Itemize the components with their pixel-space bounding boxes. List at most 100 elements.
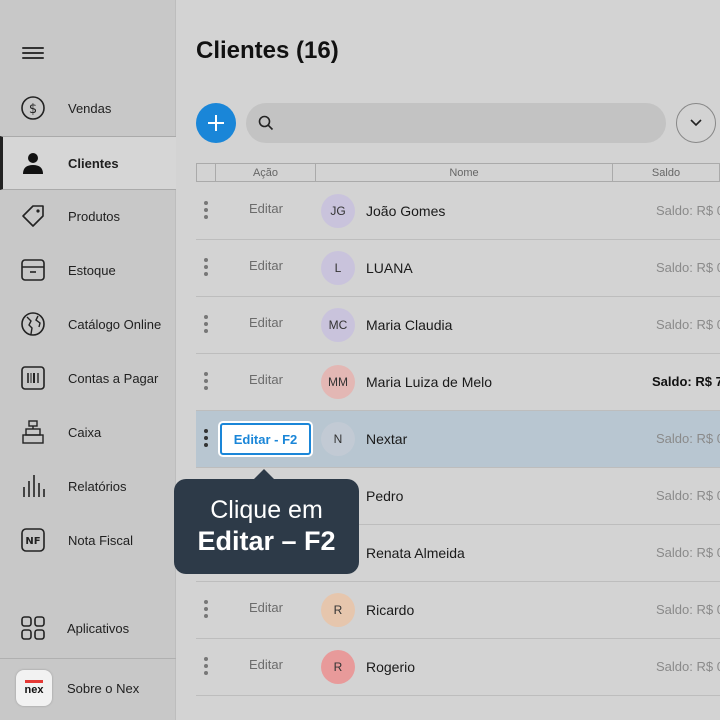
sidebar-item-vendas[interactable]: $ Vendas bbox=[0, 81, 176, 135]
table-row[interactable]: Editar - F2 N Nextar Saldo: R$ 0 bbox=[196, 411, 720, 468]
main-content: Clientes (16) Ação Nome Saldo Editar JG Jo… bbox=[177, 0, 720, 720]
sidebar-item-catalogo-online[interactable]: Catálogo Online bbox=[0, 297, 176, 351]
barcode-icon bbox=[20, 365, 46, 391]
globe-icon bbox=[20, 311, 46, 337]
avatar: MM bbox=[321, 365, 355, 399]
chevron-down-icon bbox=[690, 119, 702, 127]
table-row[interactable]: Editar L LUANA Saldo: R$ 0 bbox=[196, 240, 720, 297]
sidebar-item-estoque[interactable]: Estoque bbox=[0, 243, 176, 297]
sidebar: $ Vendas Clientes Produtos Estoque Catál… bbox=[0, 0, 176, 720]
client-balance: Saldo: R$ 0 bbox=[656, 203, 720, 218]
edit-button[interactable]: Editar bbox=[221, 372, 311, 392]
client-balance: Saldo: R$ 0 bbox=[656, 488, 720, 503]
edit-button[interactable]: Editar bbox=[221, 258, 311, 278]
sidebar-item-label: Contas a Pagar bbox=[68, 370, 159, 386]
edit-button-focused[interactable]: Editar - F2 bbox=[220, 423, 311, 455]
page-title: Clientes (16) bbox=[196, 37, 339, 64]
table-row[interactable]: Editar R Ricardo Saldo: R$ 0 bbox=[196, 582, 720, 639]
avatar: JG bbox=[321, 194, 355, 228]
filter-dropdown-button[interactable] bbox=[676, 103, 716, 143]
client-balance: Saldo: R$ 0 bbox=[656, 545, 720, 560]
avatar: N bbox=[321, 422, 355, 456]
client-balance: Saldo: R$ 0 bbox=[656, 659, 720, 674]
sidebar-divider bbox=[0, 658, 176, 659]
client-name: Nextar bbox=[366, 431, 408, 447]
more-options-icon[interactable] bbox=[204, 600, 208, 620]
logo-text: nex bbox=[24, 684, 44, 696]
header-saldo[interactable]: Saldo bbox=[613, 164, 719, 181]
more-options-icon[interactable] bbox=[204, 201, 208, 221]
sidebar-item-nota-fiscal[interactable]: NF Nota Fiscal bbox=[0, 513, 176, 567]
logo-stripe bbox=[25, 680, 43, 683]
nf-icon: NF bbox=[20, 527, 46, 553]
svg-text:$: $ bbox=[29, 102, 37, 117]
client-balance: Saldo: R$ 0 bbox=[656, 431, 720, 446]
menu-icon[interactable] bbox=[22, 44, 44, 62]
search-input[interactable] bbox=[282, 115, 652, 131]
more-options-icon[interactable] bbox=[204, 429, 208, 449]
client-balance: Saldo: R$ 0 bbox=[656, 317, 720, 332]
sidebar-item-produtos[interactable]: Produtos bbox=[0, 189, 176, 243]
apps-grid-icon bbox=[20, 615, 46, 641]
client-name: LUANA bbox=[366, 260, 413, 276]
avatar: R bbox=[321, 593, 355, 627]
avatar: L bbox=[321, 251, 355, 285]
header-select[interactable] bbox=[197, 164, 216, 181]
sidebar-item-label: Aplicativos bbox=[67, 620, 130, 636]
client-name: Renata Almeida bbox=[366, 545, 465, 561]
sidebar-item-sobre[interactable]: nex Sobre o Nex bbox=[0, 661, 176, 715]
edit-button[interactable]: Editar bbox=[221, 657, 311, 677]
sidebar-item-label: Produtos bbox=[68, 208, 121, 224]
sidebar-item-label: Vendas bbox=[68, 100, 112, 116]
edit-button[interactable]: Editar bbox=[221, 600, 311, 620]
edit-button[interactable]: Editar bbox=[221, 315, 311, 335]
cash-register-icon bbox=[20, 419, 46, 445]
client-name: Maria Luiza de Melo bbox=[366, 374, 493, 390]
header-nome[interactable]: Nome bbox=[316, 164, 613, 181]
edit-button[interactable]: Editar bbox=[221, 201, 311, 221]
sidebar-item-relatorios[interactable]: Relatórios bbox=[0, 459, 176, 513]
tooltip-line-1: Clique em bbox=[210, 496, 323, 524]
table-row[interactable]: Editar R Rogerio Saldo: R$ 0 bbox=[196, 639, 720, 696]
client-name: Pedro bbox=[366, 488, 404, 504]
more-options-icon[interactable] bbox=[204, 315, 208, 335]
sidebar-item-label: Catálogo Online bbox=[68, 316, 162, 332]
client-balance: Saldo: R$ 0 bbox=[656, 260, 720, 275]
dollar-circle-icon: $ bbox=[20, 95, 46, 121]
sidebar-item-label: Relatórios bbox=[68, 478, 127, 494]
search-icon bbox=[258, 115, 274, 131]
person-icon bbox=[20, 150, 46, 176]
add-client-button[interactable] bbox=[196, 103, 236, 143]
sidebar-item-label: Nota Fiscal bbox=[68, 532, 134, 548]
more-options-icon[interactable] bbox=[204, 657, 208, 677]
sidebar-item-caixa[interactable]: Caixa bbox=[0, 405, 176, 459]
plus-icon bbox=[208, 115, 224, 131]
sidebar-item-clientes[interactable]: Clientes bbox=[0, 136, 176, 190]
client-name: Rogerio bbox=[366, 659, 416, 675]
client-name: Maria Claudia bbox=[366, 317, 453, 333]
more-options-icon[interactable] bbox=[204, 258, 208, 278]
sidebar-item-label: Clientes bbox=[68, 155, 119, 171]
sidebar-item-label: Caixa bbox=[68, 424, 102, 440]
bar-chart-icon bbox=[20, 473, 46, 499]
hint-tooltip: Clique em Editar – F2 bbox=[174, 469, 359, 574]
table-row[interactable]: Editar MC Maria Claudia Saldo: R$ 0 bbox=[196, 297, 720, 354]
search-bar[interactable] bbox=[246, 103, 666, 143]
sidebar-item-aplicativos[interactable]: Aplicativos bbox=[0, 601, 176, 655]
tooltip-line-2: Editar – F2 bbox=[197, 526, 336, 556]
client-balance: Saldo: R$ 0 bbox=[656, 602, 720, 617]
table-row[interactable]: Editar JG João Gomes Saldo: R$ 0 bbox=[196, 183, 720, 240]
client-balance: Saldo: R$ 7 bbox=[652, 374, 720, 389]
tag-icon bbox=[20, 203, 46, 229]
table-row[interactable]: Editar MM Maria Luiza de Melo Saldo: R$ 7 bbox=[196, 354, 720, 411]
svg-text:NF: NF bbox=[25, 536, 40, 547]
table-header: Ação Nome Saldo bbox=[196, 163, 720, 182]
client-name: João Gomes bbox=[366, 203, 446, 219]
nex-logo: nex bbox=[16, 670, 52, 706]
more-options-icon[interactable] bbox=[204, 372, 208, 392]
sidebar-item-contas-a-pagar[interactable]: Contas a Pagar bbox=[0, 351, 176, 405]
client-name: Ricardo bbox=[366, 602, 415, 618]
box-icon bbox=[20, 257, 46, 283]
sidebar-item-label: Sobre o Nex bbox=[67, 680, 140, 696]
avatar: R bbox=[321, 650, 355, 684]
